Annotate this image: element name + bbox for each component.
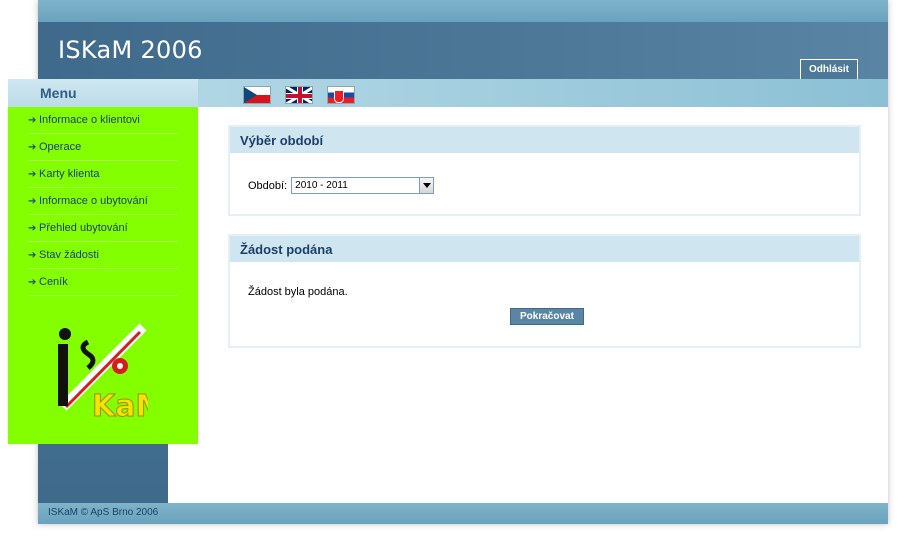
sidebar-item-operations[interactable]: ➔ Operace xyxy=(28,134,178,161)
sidebar-item-label: Informace o klientovi xyxy=(39,114,140,126)
iskam-logo: KaM xyxy=(58,323,148,422)
sidebar-item-client-cards[interactable]: ➔ Karty klienta xyxy=(28,161,178,188)
panel-header: Žádost podána xyxy=(230,236,859,262)
arrow-right-icon: ➔ xyxy=(28,168,37,180)
top-strip xyxy=(38,0,888,22)
footer-text: ISKaM © ApS Brno 2006 xyxy=(48,507,159,518)
sidebar-item-accommodation-info[interactable]: ➔ Informace o ubytování xyxy=(28,188,178,215)
panel-title: Výběr období xyxy=(240,132,324,148)
sidebar-item-label: Informace o ubytování xyxy=(39,195,148,207)
svg-text:KaM: KaM xyxy=(92,389,148,422)
period-field: Období: 2010 - 2011 xyxy=(248,177,435,194)
arrow-right-icon: ➔ xyxy=(28,276,37,288)
request-submitted-panel: Žádost podána Žádost byla podána. Pokrač… xyxy=(228,234,861,348)
flag-sk-icon[interactable] xyxy=(327,86,355,104)
arrow-right-icon: ➔ xyxy=(28,195,37,207)
sidebar-item-request-status[interactable]: ➔ Stav žádosti xyxy=(28,242,178,269)
sidebar-item-label: Stav žádosti xyxy=(39,249,99,261)
sidebar-item-label: Operace xyxy=(39,141,82,153)
language-switcher xyxy=(243,86,355,104)
continue-button[interactable]: Pokračovat xyxy=(510,308,584,325)
menu-header: Menu xyxy=(8,79,198,107)
period-select[interactable]: 2010 - 2011 xyxy=(291,177,435,194)
logout-button[interactable]: Odhlásit xyxy=(799,59,858,80)
panel-title: Žádost podána xyxy=(240,241,333,257)
panel-header: Výběr období xyxy=(230,127,859,153)
chevron-down-icon[interactable] xyxy=(419,178,434,193)
sidebar-item-price-list[interactable]: ➔ Ceník xyxy=(28,269,178,296)
sidebar-item-accommodation-overview[interactable]: ➔ Přehled ubytování xyxy=(28,215,178,242)
arrow-right-icon: ➔ xyxy=(28,249,37,261)
period-select-value: 2010 - 2011 xyxy=(295,180,348,191)
footer: ISKaM © ApS Brno 2006 xyxy=(38,503,888,524)
period-selection-panel: Výběr období Období: 2010 - 2011 xyxy=(228,125,861,216)
sidebar-item-label: Přehled ubytování xyxy=(39,222,128,234)
flag-gb-icon[interactable] xyxy=(285,86,313,104)
status-message: Žádost byla podána. xyxy=(248,286,348,298)
header: ISKaM 2006 Odhlásit xyxy=(38,22,888,80)
arrow-right-icon: ➔ xyxy=(28,141,37,153)
sidebar-item-client-info[interactable]: ➔ Informace o klientovi xyxy=(28,107,178,134)
app-title: ISKaM 2006 xyxy=(58,36,203,64)
menu-title: Menu xyxy=(40,85,77,101)
sidebar-item-label: Karty klienta xyxy=(39,168,100,180)
arrow-right-icon: ➔ xyxy=(28,114,37,126)
arrow-right-icon: ➔ xyxy=(28,222,37,234)
period-label: Období: xyxy=(248,179,288,192)
sidebar-item-label: Ceník xyxy=(39,276,68,288)
flag-cz-icon[interactable] xyxy=(243,86,271,104)
